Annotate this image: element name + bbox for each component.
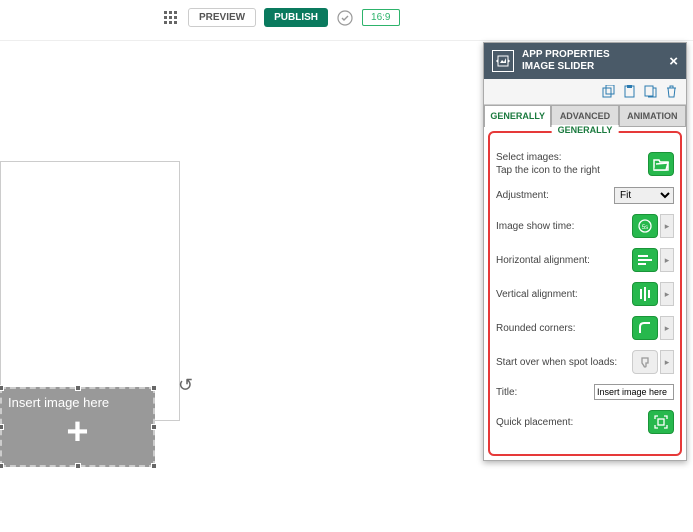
panel-tabs: GENERALLY ADVANCED ANIMATION: [484, 105, 686, 127]
rotate-handle-icon[interactable]: ↺: [178, 375, 193, 396]
panel-header[interactable]: APP PROPERTIES IMAGE SLIDER ×: [484, 43, 686, 79]
image-show-time-label: Image show time:: [496, 220, 632, 233]
image-slider-placeholder[interactable]: Insert image here +: [0, 387, 155, 467]
quick-placement-label: Quick placement:: [496, 416, 648, 429]
resize-handle-bc[interactable]: [75, 463, 81, 469]
tab-generally[interactable]: GENERALLY: [484, 105, 551, 127]
quick-placement-button[interactable]: [648, 410, 674, 434]
start-over-expand[interactable]: ▸: [660, 350, 674, 374]
duplicate-icon[interactable]: [642, 83, 659, 100]
title-input[interactable]: [594, 384, 674, 400]
start-over-toggle[interactable]: [632, 350, 658, 374]
resize-handle-ml[interactable]: [0, 424, 4, 430]
svg-text:5s: 5s: [642, 225, 648, 231]
top-toolbar: PREVIEW PUBLISH 16:9: [0, 0, 693, 35]
image-show-time-expand[interactable]: ▸: [660, 214, 674, 238]
resize-handle-mr[interactable]: [151, 424, 157, 430]
vertical-alignment-button[interactable]: [632, 282, 658, 306]
publish-button[interactable]: PUBLISH: [264, 8, 328, 27]
preview-button[interactable]: PREVIEW: [188, 8, 256, 27]
horizontal-alignment-button[interactable]: [632, 248, 658, 272]
horizontal-alignment-expand[interactable]: ▸: [660, 248, 674, 272]
section-label: GENERALLY: [552, 125, 619, 135]
panel-title-line2: IMAGE SLIDER: [522, 61, 669, 73]
adjustment-select[interactable]: Fit: [614, 187, 674, 204]
adjustment-label: Adjustment:: [496, 189, 614, 202]
rounded-corners-label: Rounded corners:: [496, 322, 632, 335]
row-horizontal-alignment: Horizontal alignment: ▸: [496, 248, 674, 272]
panel-body: GENERALLY Select images: Tap the icon to…: [488, 131, 682, 456]
horizontal-alignment-label: Horizontal alignment:: [496, 254, 632, 267]
tab-animation[interactable]: ANIMATION: [619, 105, 686, 127]
copy-icon[interactable]: [600, 83, 617, 100]
properties-panel: APP PROPERTIES IMAGE SLIDER × GENERALLY …: [483, 42, 687, 461]
image-slider-icon: [492, 50, 514, 72]
select-images-button[interactable]: [648, 152, 674, 176]
resize-handle-tc[interactable]: [75, 385, 81, 391]
resize-handle-tr[interactable]: [151, 385, 157, 391]
paste-icon[interactable]: [621, 83, 638, 100]
canvas-region: [0, 161, 180, 421]
panel-title: APP PROPERTIES IMAGE SLIDER: [522, 49, 669, 73]
row-rounded-corners: Rounded corners: ▸: [496, 316, 674, 340]
resize-handle-tl[interactable]: [0, 385, 4, 391]
row-select-images: Select images: Tap the icon to the right: [496, 151, 674, 177]
rounded-corners-button[interactable]: [632, 316, 658, 340]
resize-handle-br[interactable]: [151, 463, 157, 469]
image-show-time-button[interactable]: 5s: [632, 214, 658, 238]
placeholder-text: Insert image here: [8, 395, 109, 410]
row-image-show-time: Image show time: 5s ▸: [496, 214, 674, 238]
title-label: Title:: [496, 386, 594, 399]
delete-icon[interactable]: [663, 83, 680, 100]
select-images-label: Select images: Tap the icon to the right: [496, 151, 648, 177]
row-title: Title:: [496, 384, 674, 400]
vertical-alignment-expand[interactable]: ▸: [660, 282, 674, 306]
tab-advanced[interactable]: ADVANCED: [551, 105, 618, 127]
row-quick-placement: Quick placement:: [496, 410, 674, 434]
plus-icon: +: [66, 411, 88, 454]
resize-handle-bl[interactable]: [0, 463, 4, 469]
row-start-over: Start over when spot loads: ▸: [496, 350, 674, 374]
close-icon[interactable]: ×: [669, 53, 678, 70]
row-vertical-alignment: Vertical alignment: ▸: [496, 282, 674, 306]
aspect-ratio-button[interactable]: 16:9: [362, 9, 399, 26]
row-adjustment: Adjustment: Fit: [496, 187, 674, 204]
panel-action-row: [484, 79, 686, 105]
grid-icon[interactable]: [162, 9, 180, 27]
panel-title-line1: APP PROPERTIES: [522, 49, 669, 61]
vertical-alignment-label: Vertical alignment:: [496, 288, 632, 301]
check-circle-icon[interactable]: [336, 9, 354, 27]
start-over-label: Start over when spot loads:: [496, 356, 632, 369]
rounded-corners-expand[interactable]: ▸: [660, 316, 674, 340]
